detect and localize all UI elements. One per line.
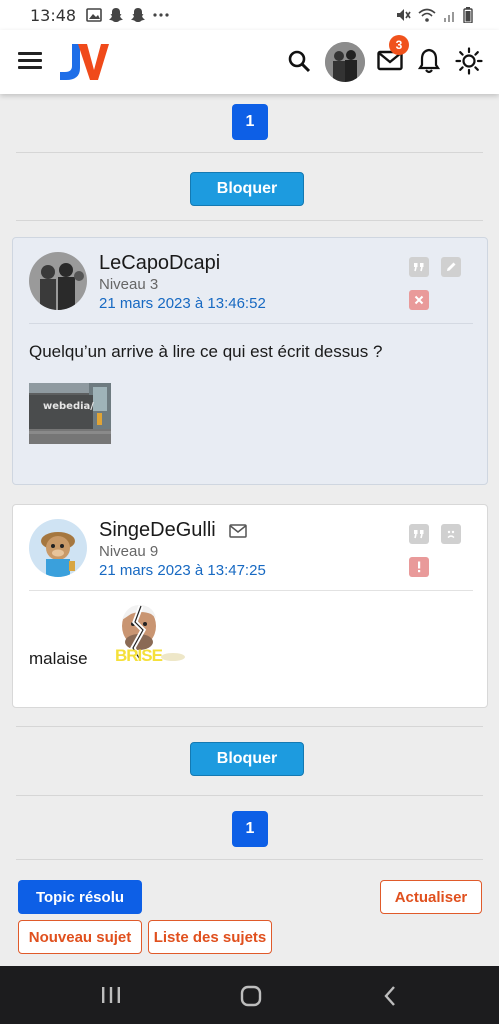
author-name[interactable]: SingeDeGulli [99, 519, 216, 542]
block-button-top[interactable]: Bloquer [190, 172, 304, 206]
jv-logo[interactable] [58, 42, 110, 82]
sticker-caption: BRISE [115, 646, 163, 665]
mute-icon [397, 9, 411, 21]
bell-icon[interactable] [418, 48, 440, 74]
menu-icon[interactable] [18, 52, 42, 70]
pagination-page-top[interactable]: 1 [232, 104, 268, 140]
signal-icon [444, 12, 454, 22]
edit-button[interactable] [441, 257, 461, 277]
system-nav-bar [0, 966, 499, 1024]
author-avatar[interactable] [29, 252, 87, 310]
quote-icon [414, 530, 424, 539]
message-text: Quelqu’un arrive à lire ce qui est écrit… [29, 342, 383, 361]
image-caption: webedia/ [43, 401, 94, 412]
divider [16, 726, 483, 727]
block-button-bottom[interactable]: Bloquer [190, 742, 304, 776]
delete-button[interactable] [409, 290, 429, 310]
battery-icon [463, 7, 473, 23]
home-icon[interactable] [240, 985, 262, 1007]
quote-button[interactable] [409, 257, 429, 277]
sticker-image[interactable]: BRISE [113, 602, 187, 668]
refresh-button[interactable]: Actualiser [380, 880, 482, 914]
topic-list-button[interactable]: Liste des sujets [148, 920, 272, 954]
user-avatar[interactable] [325, 42, 365, 82]
quote-button[interactable] [409, 524, 429, 544]
private-message-icon[interactable] [229, 524, 247, 538]
post-message: SingeDeGulli Niveau 9 21 mars 2023 à 13:… [12, 504, 488, 708]
message-text: malaise [29, 649, 88, 668]
close-icon [414, 295, 424, 305]
author-name[interactable]: LeCapoDcapi [99, 252, 220, 275]
snapchat-icon [109, 8, 124, 22]
divider [16, 859, 483, 860]
author-level: Niveau 9 [99, 543, 159, 560]
topic-content: 1 Bloquer LeCapoDcapi Niveau 3 21 mars 2… [0, 94, 499, 966]
pencil-icon [447, 262, 456, 271]
divider [16, 152, 483, 153]
author-avatar[interactable] [29, 519, 87, 577]
wifi-icon [418, 8, 436, 22]
status-time: 13:48 [30, 5, 77, 25]
image-icon [86, 8, 102, 22]
mail-button[interactable]: 3 [377, 35, 409, 76]
back-icon[interactable] [382, 985, 398, 1007]
pagination-page-bottom[interactable]: 1 [232, 811, 268, 847]
ignore-user-button[interactable] [441, 524, 461, 544]
message-image[interactable]: webedia/ [29, 383, 111, 444]
divider [16, 795, 483, 796]
new-topic-button[interactable]: Nouveau sujet [18, 920, 142, 954]
author-level: Niveau 3 [99, 276, 159, 293]
divider [16, 220, 483, 221]
quote-icon [414, 263, 424, 272]
mail-badge: 3 [389, 35, 409, 55]
post-date[interactable]: 21 mars 2023 à 13:46:52 [99, 295, 266, 312]
snapchat-icon [131, 8, 146, 22]
report-button[interactable] [409, 557, 429, 577]
theme-sun-icon[interactable] [455, 47, 483, 75]
recent-apps-icon[interactable] [100, 986, 122, 1004]
post-divider [29, 590, 473, 591]
more-dots-icon [153, 13, 169, 17]
alert-icon [418, 561, 421, 573]
post-divider [29, 323, 473, 324]
post-message: LeCapoDcapi Niveau 3 21 mars 2023 à 13:4… [12, 237, 488, 485]
search-icon[interactable] [287, 49, 311, 73]
app-header: 3 [0, 30, 499, 94]
post-date[interactable]: 21 mars 2023 à 13:47:25 [99, 562, 266, 579]
sad-face-icon [447, 530, 455, 539]
status-bar: 13:48 [0, 0, 499, 30]
topic-resolved-button[interactable]: Topic résolu [18, 880, 142, 914]
